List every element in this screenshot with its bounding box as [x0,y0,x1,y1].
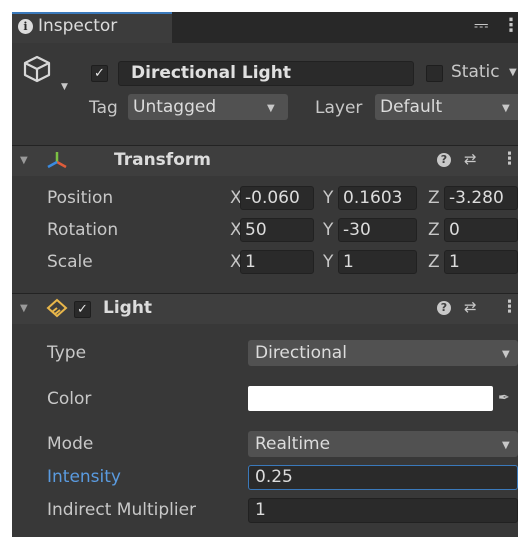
help-icon[interactable]: ? [437,301,451,315]
object-name-field[interactable]: Directional Light [118,61,414,86]
kebab-menu-icon[interactable]: ⋮ [501,297,518,317]
scale-y-field[interactable]: 1 [338,250,417,274]
scale-x-field[interactable]: 1 [240,250,314,274]
position-x-field[interactable]: -0.060 [240,186,314,210]
intensity-field[interactable]: 0.25 [248,465,518,490]
indirect-multiplier-label: Indirect Multiplier [47,500,197,520]
kebab-menu-icon[interactable]: ⋮ [501,149,518,169]
static-checkbox[interactable] [426,65,443,82]
tag-label: Tag [89,98,118,118]
chevron-down-icon[interactable]: ▼ [509,67,517,78]
z-axis-label[interactable]: Z [428,252,440,272]
foldout-arrow-icon[interactable]: ▼ [20,303,28,314]
intensity-label[interactable]: Intensity [47,467,121,487]
rotation-z-field[interactable]: 0 [444,218,518,242]
type-dropdown[interactable]: Directional [248,340,518,366]
light-icon [46,298,68,318]
presets-icon[interactable]: ⇄ [464,150,477,168]
z-axis-label[interactable]: Z [428,188,440,208]
scale-label: Scale [47,252,93,272]
presets-icon[interactable]: ⇄ [464,298,477,316]
chevron-down-icon: ▼ [502,103,510,114]
y-axis-label[interactable]: Y [323,188,333,208]
info-icon: i [18,19,33,34]
position-label: Position [47,188,114,208]
position-y-field[interactable]: 0.1603 [338,186,417,210]
color-label: Color [47,389,92,409]
light-enabled-checkbox[interactable]: ✓ [74,301,91,318]
lock-icon[interactable]: ⎓ [474,15,488,36]
indirect-multiplier-field[interactable]: 1 [248,498,518,523]
foldout-arrow-icon[interactable]: ▼ [20,155,28,166]
chevron-down-icon[interactable]: ▼ [61,82,68,92]
active-checkbox[interactable]: ✓ [91,65,108,82]
static-label: Static [451,62,500,82]
chevron-down-icon: ▼ [502,440,510,451]
y-axis-label[interactable]: Y [323,252,333,272]
layer-dropdown[interactable]: Default [375,94,518,120]
tag-dropdown[interactable]: Untagged [128,94,288,120]
rotation-y-field[interactable]: -30 [338,218,417,242]
cube-icon[interactable] [22,54,52,84]
chevron-down-icon: ▼ [502,349,510,360]
color-field[interactable] [248,386,493,411]
tab-title: Inspector [38,16,118,36]
layer-label: Layer [315,98,363,118]
help-icon[interactable]: ? [437,153,451,167]
scale-z-field[interactable]: 1 [444,250,518,274]
chevron-down-icon: ▼ [267,103,275,114]
mode-dropdown[interactable]: Realtime [248,431,518,457]
transform-icon [47,152,67,169]
light-title: Light [103,298,153,318]
eyedropper-icon[interactable]: ✒ [498,390,510,406]
y-axis-label[interactable]: Y [323,220,333,240]
rotation-label: Rotation [47,220,119,240]
transform-title: Transform [114,150,211,170]
position-z-field[interactable]: -3.280 [444,186,518,210]
kebab-menu-icon[interactable]: ⋮ [502,15,518,36]
mode-label: Mode [47,434,94,454]
z-axis-label[interactable]: Z [428,220,440,240]
type-label: Type [47,343,87,363]
rotation-x-field[interactable]: 50 [240,218,314,242]
